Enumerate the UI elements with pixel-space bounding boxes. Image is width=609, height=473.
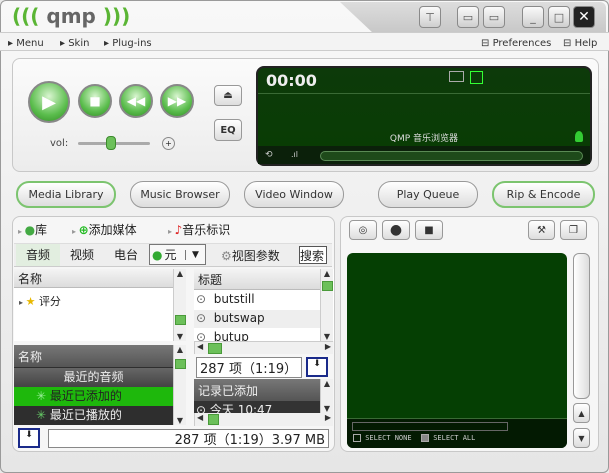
tab-play-queue[interactable]: Play Queue xyxy=(378,181,478,208)
minimize-button[interactable]: _ xyxy=(522,6,544,28)
tab-music-browser[interactable]: Music Browser xyxy=(130,181,230,208)
scroll-down-button[interactable]: ▼ xyxy=(573,428,590,448)
list-item[interactable]: ⊙ butstill xyxy=(196,292,255,306)
history-scrollbar[interactable]: ▲ ▼ xyxy=(320,379,333,413)
mini-mode-button[interactable]: ▭ xyxy=(457,6,479,28)
list-hscrollbar[interactable]: ◀ ▶ xyxy=(194,341,333,354)
signal-icon: .ıl xyxy=(291,150,298,159)
playlist-item-recently-added[interactable]: ✳ 最近已添加的 xyxy=(14,387,173,406)
tab-video[interactable]: 视频 xyxy=(60,244,104,266)
compact-mode-button[interactable]: ▭ xyxy=(483,6,505,28)
record-button[interactable]: ● xyxy=(382,220,410,240)
tab-media-library[interactable]: Media Library xyxy=(16,181,116,208)
eq-button[interactable]: EQ xyxy=(214,119,242,141)
playlist-item-recently-played[interactable]: ✳ 最近已播放的 xyxy=(14,406,173,425)
search-input[interactable]: 搜索 xyxy=(299,246,327,264)
tab-audio[interactable]: 音频 xyxy=(16,244,60,266)
app-logo: ((( qmp ))) xyxy=(12,4,131,28)
history-item[interactable]: ⊙ 今天 10:47 xyxy=(196,403,272,413)
video-scrollbar[interactable] xyxy=(573,253,590,399)
next-button[interactable]: ▶▶ xyxy=(160,84,194,118)
previous-button[interactable]: ◀◀ xyxy=(119,84,153,118)
logo-text: qmp xyxy=(46,4,96,28)
video-input-bar[interactable] xyxy=(352,422,508,431)
display-divider xyxy=(258,93,590,94)
menu-item-preferences[interactable]: ⊟ Preferences xyxy=(481,36,551,49)
import-button[interactable]: ⬇ xyxy=(18,428,40,448)
export-button[interactable]: ⬇ xyxy=(306,357,328,377)
history-hscrollbar[interactable]: ◀ ▶ xyxy=(194,413,333,426)
play-button[interactable]: ▶ xyxy=(28,81,70,123)
history-header[interactable]: 记录已添加 xyxy=(194,379,320,401)
metadata-dropdown[interactable]: ● 元 ▼ xyxy=(149,244,206,265)
tab-radio[interactable]: 电台 xyxy=(104,244,148,266)
tab-video-window[interactable]: Video Window xyxy=(244,181,344,208)
time-display: 00:00 xyxy=(266,71,317,90)
mic-icon[interactable] xyxy=(575,131,583,142)
playlist-scrollbar[interactable]: ▲ ▼ xyxy=(173,345,186,425)
count-field: 287 项（1:19） xyxy=(196,357,302,378)
volume-label: vol: xyxy=(50,138,69,149)
menu-item-menu[interactable]: ▸ Menu xyxy=(8,36,44,49)
playlist-group[interactable]: 最近的音频 xyxy=(14,368,173,387)
track-title: QMP 音乐浏览器 xyxy=(389,134,459,144)
view-params-button[interactable]: ⚙视图参数 xyxy=(221,247,280,264)
list-header-title[interactable]: 标题 xyxy=(194,269,320,290)
volume-knob[interactable] xyxy=(105,136,116,150)
menu-item-plugins[interactable]: ▸ Plug-ins xyxy=(104,36,152,49)
list-item[interactable]: ⊙ butup xyxy=(196,330,249,341)
select-none-checkbox[interactable]: SELECT NONE xyxy=(353,434,412,442)
menu-item-help[interactable]: ⊟ Help xyxy=(563,36,597,49)
settings-wrench-button[interactable]: ⚒ xyxy=(528,220,555,240)
volume-boost-icon[interactable]: + xyxy=(162,137,175,150)
pin-button[interactable]: ⊤ xyxy=(419,6,441,28)
status-field: 287 项（1:19）3.97 MB xyxy=(48,429,329,448)
select-all-checkbox[interactable]: SELECT ALL xyxy=(421,434,475,442)
menu-item-skin[interactable]: ▸ Skin xyxy=(60,36,89,49)
snapshot-button[interactable]: ◎ xyxy=(349,220,377,240)
tree-scrollbar[interactable]: ▲ ▼ xyxy=(173,269,186,341)
window-button[interactable]: ❐ xyxy=(560,220,587,240)
stop-button[interactable]: ■ xyxy=(78,84,112,118)
tree-header[interactable]: 名称 xyxy=(14,269,173,288)
seek-bar[interactable] xyxy=(320,151,583,161)
add-media-button[interactable]: ▸ ⊕添加媒体 xyxy=(72,221,137,238)
tree-item-rating[interactable]: ▸ ★ 评分 xyxy=(19,293,61,309)
tab-rip-encode[interactable]: Rip & Encode xyxy=(492,181,595,208)
repeat-icon[interactable]: ⟲ xyxy=(265,150,273,160)
music-tag-button[interactable]: ▸ ♪音乐标识 xyxy=(168,221,230,238)
video-stop-button[interactable]: ■ xyxy=(415,220,443,240)
visualizer-icon[interactable] xyxy=(470,71,483,84)
library-button[interactable]: ▸ ●库 xyxy=(18,221,47,238)
list-item[interactable]: ⊙ butswap xyxy=(196,311,265,325)
close-button[interactable]: ✕ xyxy=(573,6,595,28)
maximize-button[interactable]: □ xyxy=(548,6,570,28)
playlist-header[interactable]: 名称 xyxy=(14,345,173,367)
scroll-up-button[interactable]: ▲ xyxy=(573,403,590,423)
eject-button[interactable]: ⏏ xyxy=(214,85,242,106)
list-scrollbar[interactable]: ▲ ▼ xyxy=(320,269,333,341)
playlist-view-icon[interactable] xyxy=(449,71,464,82)
